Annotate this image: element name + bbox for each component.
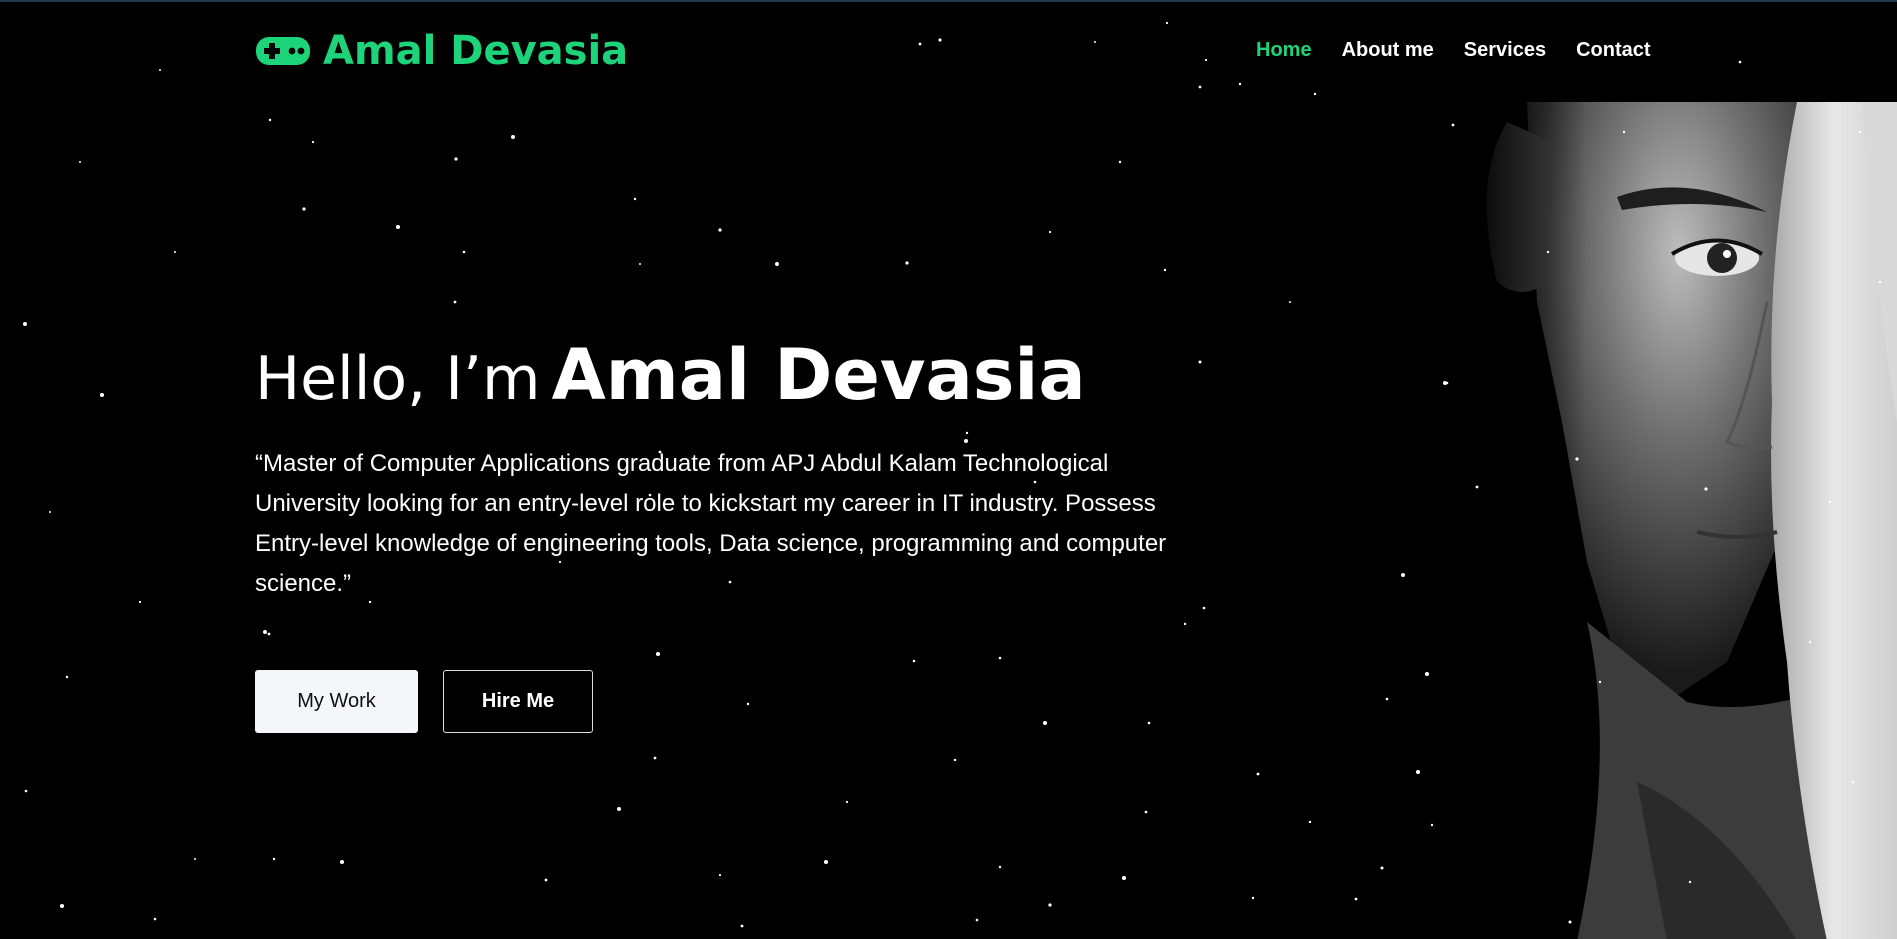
page: Amal Devasia Home About me Services Cont… bbox=[0, 0, 1897, 939]
nav-services-link[interactable]: Services bbox=[1464, 39, 1546, 62]
gamepad-icon bbox=[256, 37, 310, 65]
hire-me-button[interactable]: Hire Me bbox=[443, 670, 593, 733]
portrait-image bbox=[1467, 102, 1897, 939]
brand-name: Amal Devasia bbox=[323, 28, 629, 74]
hero-greeting: Hello, I’m bbox=[255, 344, 541, 414]
hero-section: Hello, I’m Amal Devasia “Master of Compu… bbox=[255, 337, 1175, 733]
main-nav: Home About me Services Contact bbox=[1256, 39, 1651, 62]
nav-about-link[interactable]: About me bbox=[1342, 39, 1434, 62]
hero-title: Hello, I’m Amal Devasia bbox=[255, 337, 1175, 414]
navbar: Amal Devasia Home About me Services Cont… bbox=[0, 2, 1897, 102]
hero-description: “Master of Computer Applications graduat… bbox=[255, 450, 1167, 597]
brand-logo[interactable]: Amal Devasia bbox=[255, 26, 628, 76]
nav-contact-link[interactable]: Contact bbox=[1576, 39, 1650, 62]
hero-buttons: My Work Hire Me bbox=[255, 670, 1175, 733]
my-work-button[interactable]: My Work bbox=[255, 670, 418, 733]
nav-home-link[interactable]: Home bbox=[1256, 39, 1312, 62]
hero-name: Amal Devasia bbox=[551, 334, 1086, 416]
